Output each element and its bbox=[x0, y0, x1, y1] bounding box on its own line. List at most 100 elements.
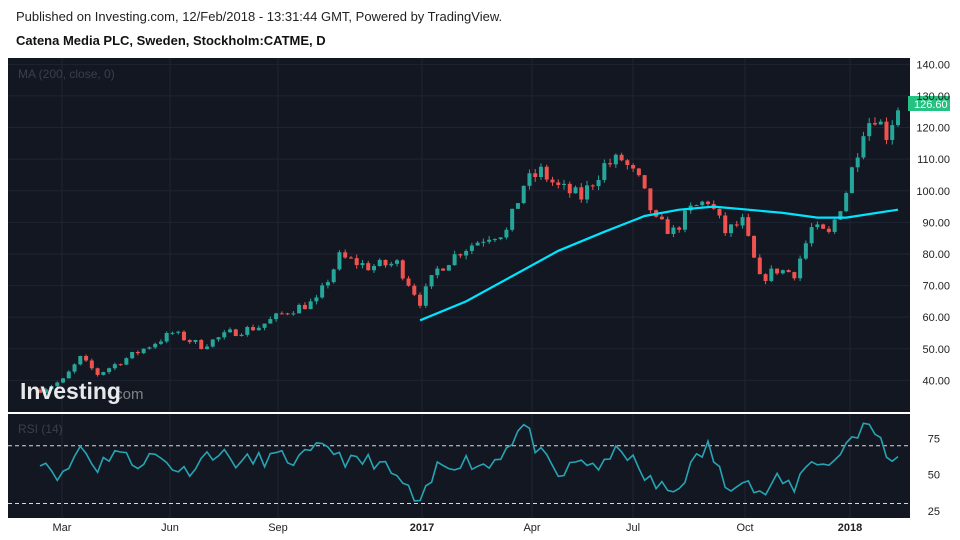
candle-body bbox=[608, 163, 613, 165]
y-tick-label: 90.00 bbox=[922, 217, 950, 229]
y-tick-label: 80.00 bbox=[922, 249, 950, 261]
candle-body bbox=[366, 263, 371, 271]
candle-body bbox=[590, 185, 595, 187]
candle-body bbox=[251, 327, 256, 331]
ma-indicator-label: MA (200, close, 0) bbox=[18, 67, 115, 81]
candle-body bbox=[435, 268, 440, 276]
candle-body bbox=[481, 241, 486, 243]
candle-body bbox=[222, 332, 227, 338]
candle-body bbox=[694, 205, 699, 207]
candle-body bbox=[314, 297, 319, 302]
candle-body bbox=[884, 121, 889, 140]
y-tick-label: 100.00 bbox=[916, 186, 950, 198]
candle-body bbox=[705, 201, 710, 205]
candle-body bbox=[158, 341, 163, 344]
candle-body bbox=[147, 347, 152, 349]
candle-body bbox=[423, 286, 428, 306]
candle-body bbox=[890, 125, 895, 140]
candle-body bbox=[268, 319, 273, 324]
candle-body bbox=[141, 348, 146, 354]
candle-body bbox=[815, 224, 820, 228]
candle-body bbox=[872, 123, 877, 125]
candle-body bbox=[199, 340, 204, 350]
candle-body bbox=[441, 268, 446, 271]
y-tick-label: 120.00 bbox=[916, 123, 950, 135]
candle-body bbox=[734, 224, 739, 226]
candle-body bbox=[412, 285, 417, 295]
y-tick-label: 130.00 bbox=[916, 91, 950, 103]
candle-body bbox=[72, 364, 77, 372]
candle-body bbox=[636, 168, 641, 176]
candle-body bbox=[596, 179, 601, 187]
candle-body bbox=[573, 187, 578, 194]
candle-body bbox=[360, 263, 365, 266]
candle-body bbox=[302, 304, 307, 310]
x-tick-label: Mar bbox=[53, 522, 72, 534]
candle-body bbox=[89, 360, 94, 369]
candle-body bbox=[803, 243, 808, 259]
x-tick-label: 2017 bbox=[410, 522, 434, 534]
candle-body bbox=[84, 355, 89, 361]
x-tick-label: Apr bbox=[523, 522, 540, 534]
candle-body bbox=[544, 166, 549, 180]
candle-body bbox=[832, 219, 837, 232]
rsi-indicator-label: RSI (14) bbox=[18, 422, 63, 436]
candle-body bbox=[458, 254, 463, 256]
candle-body bbox=[504, 229, 509, 238]
price-panel[interactable] bbox=[8, 58, 910, 412]
candle-body bbox=[550, 179, 555, 183]
x-tick-label: Jul bbox=[626, 522, 640, 534]
candle-body bbox=[418, 294, 423, 306]
candle-body bbox=[101, 372, 106, 375]
candle-body bbox=[775, 268, 780, 274]
x-axis: Mar Jun Sep 2017 Apr Jul Oct 2018 bbox=[53, 522, 863, 534]
candle-body bbox=[406, 278, 411, 286]
candle-body bbox=[867, 123, 872, 137]
candle-body bbox=[786, 270, 791, 273]
candle-body bbox=[377, 259, 382, 267]
candle-body bbox=[371, 266, 376, 271]
candle-body bbox=[187, 340, 192, 342]
rsi-panel[interactable] bbox=[8, 414, 910, 518]
y-tick-label: 60.00 bbox=[922, 312, 950, 324]
candle-body bbox=[648, 188, 653, 211]
candle-body bbox=[239, 334, 244, 337]
watermark-brand: Investing bbox=[20, 378, 121, 404]
rsi-axis: 25 50 75 bbox=[928, 434, 940, 518]
candle-body bbox=[130, 352, 135, 359]
candle-body bbox=[245, 327, 250, 335]
rsi-tick-label: 75 bbox=[928, 434, 940, 446]
candle-body bbox=[395, 260, 400, 264]
candle-body bbox=[665, 219, 670, 235]
candle-body bbox=[107, 368, 112, 373]
candle-body bbox=[262, 323, 267, 328]
candle-body bbox=[285, 313, 290, 315]
candle-body bbox=[124, 358, 129, 365]
rsi-tick-label: 25 bbox=[928, 506, 940, 518]
candle-body bbox=[446, 265, 451, 271]
chart-svg[interactable]: MA (200, close, 0) Investing .com 126.60… bbox=[0, 0, 960, 540]
y-tick-label: 70.00 bbox=[922, 281, 950, 293]
candle-body bbox=[878, 121, 883, 125]
candle-body bbox=[723, 215, 728, 234]
candle-body bbox=[619, 154, 624, 161]
candle-body bbox=[798, 258, 803, 279]
candle-body bbox=[181, 331, 186, 341]
candle-body bbox=[204, 346, 209, 350]
candle-body bbox=[464, 250, 469, 256]
candle-body bbox=[677, 227, 682, 230]
candle-body bbox=[469, 245, 474, 251]
candle-body bbox=[579, 187, 584, 200]
candle-body bbox=[752, 235, 757, 258]
y-tick-label: 50.00 bbox=[922, 344, 950, 356]
candle-body bbox=[602, 163, 607, 180]
candle-body bbox=[585, 185, 590, 200]
candle-body bbox=[498, 237, 503, 240]
candle-body bbox=[717, 208, 722, 216]
panel-separator bbox=[8, 412, 910, 414]
candle-body bbox=[274, 313, 279, 320]
candle-body bbox=[700, 201, 705, 206]
candle-body bbox=[769, 268, 774, 281]
candle-body bbox=[533, 173, 538, 178]
candle-body bbox=[228, 329, 233, 333]
